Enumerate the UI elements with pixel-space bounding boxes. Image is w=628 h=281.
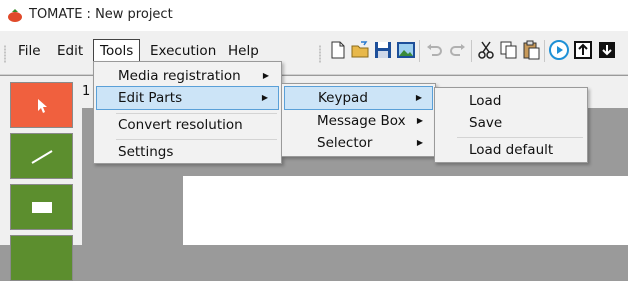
rectangle-icon (32, 202, 52, 213)
undo-icon[interactable] (423, 39, 445, 61)
line-tool-button[interactable] (10, 133, 73, 179)
document-tab[interactable]: 1 (82, 84, 90, 99)
menu-item-media-registration[interactable]: Media registration ▶ (96, 64, 279, 88)
menu-item-message-box[interactable]: Message Box ▶ (284, 109, 433, 133)
toolbar-separator (419, 40, 420, 62)
select-tool-button[interactable] (10, 82, 73, 128)
menu-item-edit-parts[interactable]: Edit Parts ▶ (96, 86, 279, 110)
play-icon[interactable] (548, 39, 570, 61)
pointer-icon (38, 99, 47, 113)
menu-item-load-default[interactable]: Load default (437, 138, 585, 162)
save-icon[interactable] (372, 39, 394, 61)
copy-icon[interactable] (498, 39, 520, 61)
title-bar: TOMATE : New project (0, 0, 628, 31)
menu-item-keypad[interactable]: Keypad ▶ (284, 86, 433, 110)
menubar-grip[interactable] (4, 45, 6, 63)
editing-canvas[interactable] (183, 176, 628, 245)
submenu-arrow-icon: ▶ (416, 138, 423, 147)
toolbar-separator (471, 40, 472, 62)
tools-menu: Media registration ▶ Edit Parts ▶ Conver… (93, 61, 282, 164)
paste-icon[interactable] (520, 39, 542, 61)
menu-item-load[interactable]: Load (437, 89, 585, 113)
window-title: TOMATE : New project (29, 7, 173, 22)
download-icon[interactable] (596, 39, 618, 61)
upload-icon[interactable] (572, 39, 594, 61)
submenu-arrow-icon: ▶ (416, 116, 423, 125)
image-icon[interactable] (395, 39, 417, 61)
edit-parts-submenu: Keypad ▶ Message Box ▶ Selector ▶ (281, 83, 436, 157)
open-folder-icon[interactable] (349, 39, 371, 61)
menu-file[interactable]: File (11, 39, 48, 64)
submenu-arrow-icon: ▶ (415, 93, 422, 102)
menu-item-save[interactable]: Save (437, 111, 585, 135)
rectangle-tool-button[interactable] (10, 184, 73, 230)
submenu-arrow-icon: ▶ (261, 93, 268, 102)
new-file-icon[interactable] (327, 39, 349, 61)
keypad-submenu: Load Save Load default (434, 87, 588, 163)
shape-tool-button[interactable] (10, 235, 73, 281)
menu-edit[interactable]: Edit (50, 39, 90, 64)
submenu-arrow-icon: ▶ (262, 71, 269, 80)
toolbar-separator (544, 40, 545, 62)
toolbar-grip[interactable] (319, 45, 321, 63)
menu-item-convert-resolution[interactable]: Convert resolution (96, 113, 279, 137)
redo-icon[interactable] (447, 39, 469, 61)
menu-item-settings[interactable]: Settings (96, 140, 279, 164)
cut-icon[interactable] (475, 39, 497, 61)
menu-item-selector[interactable]: Selector ▶ (284, 131, 433, 155)
line-icon (31, 150, 53, 164)
tomato-app-icon (8, 9, 22, 22)
